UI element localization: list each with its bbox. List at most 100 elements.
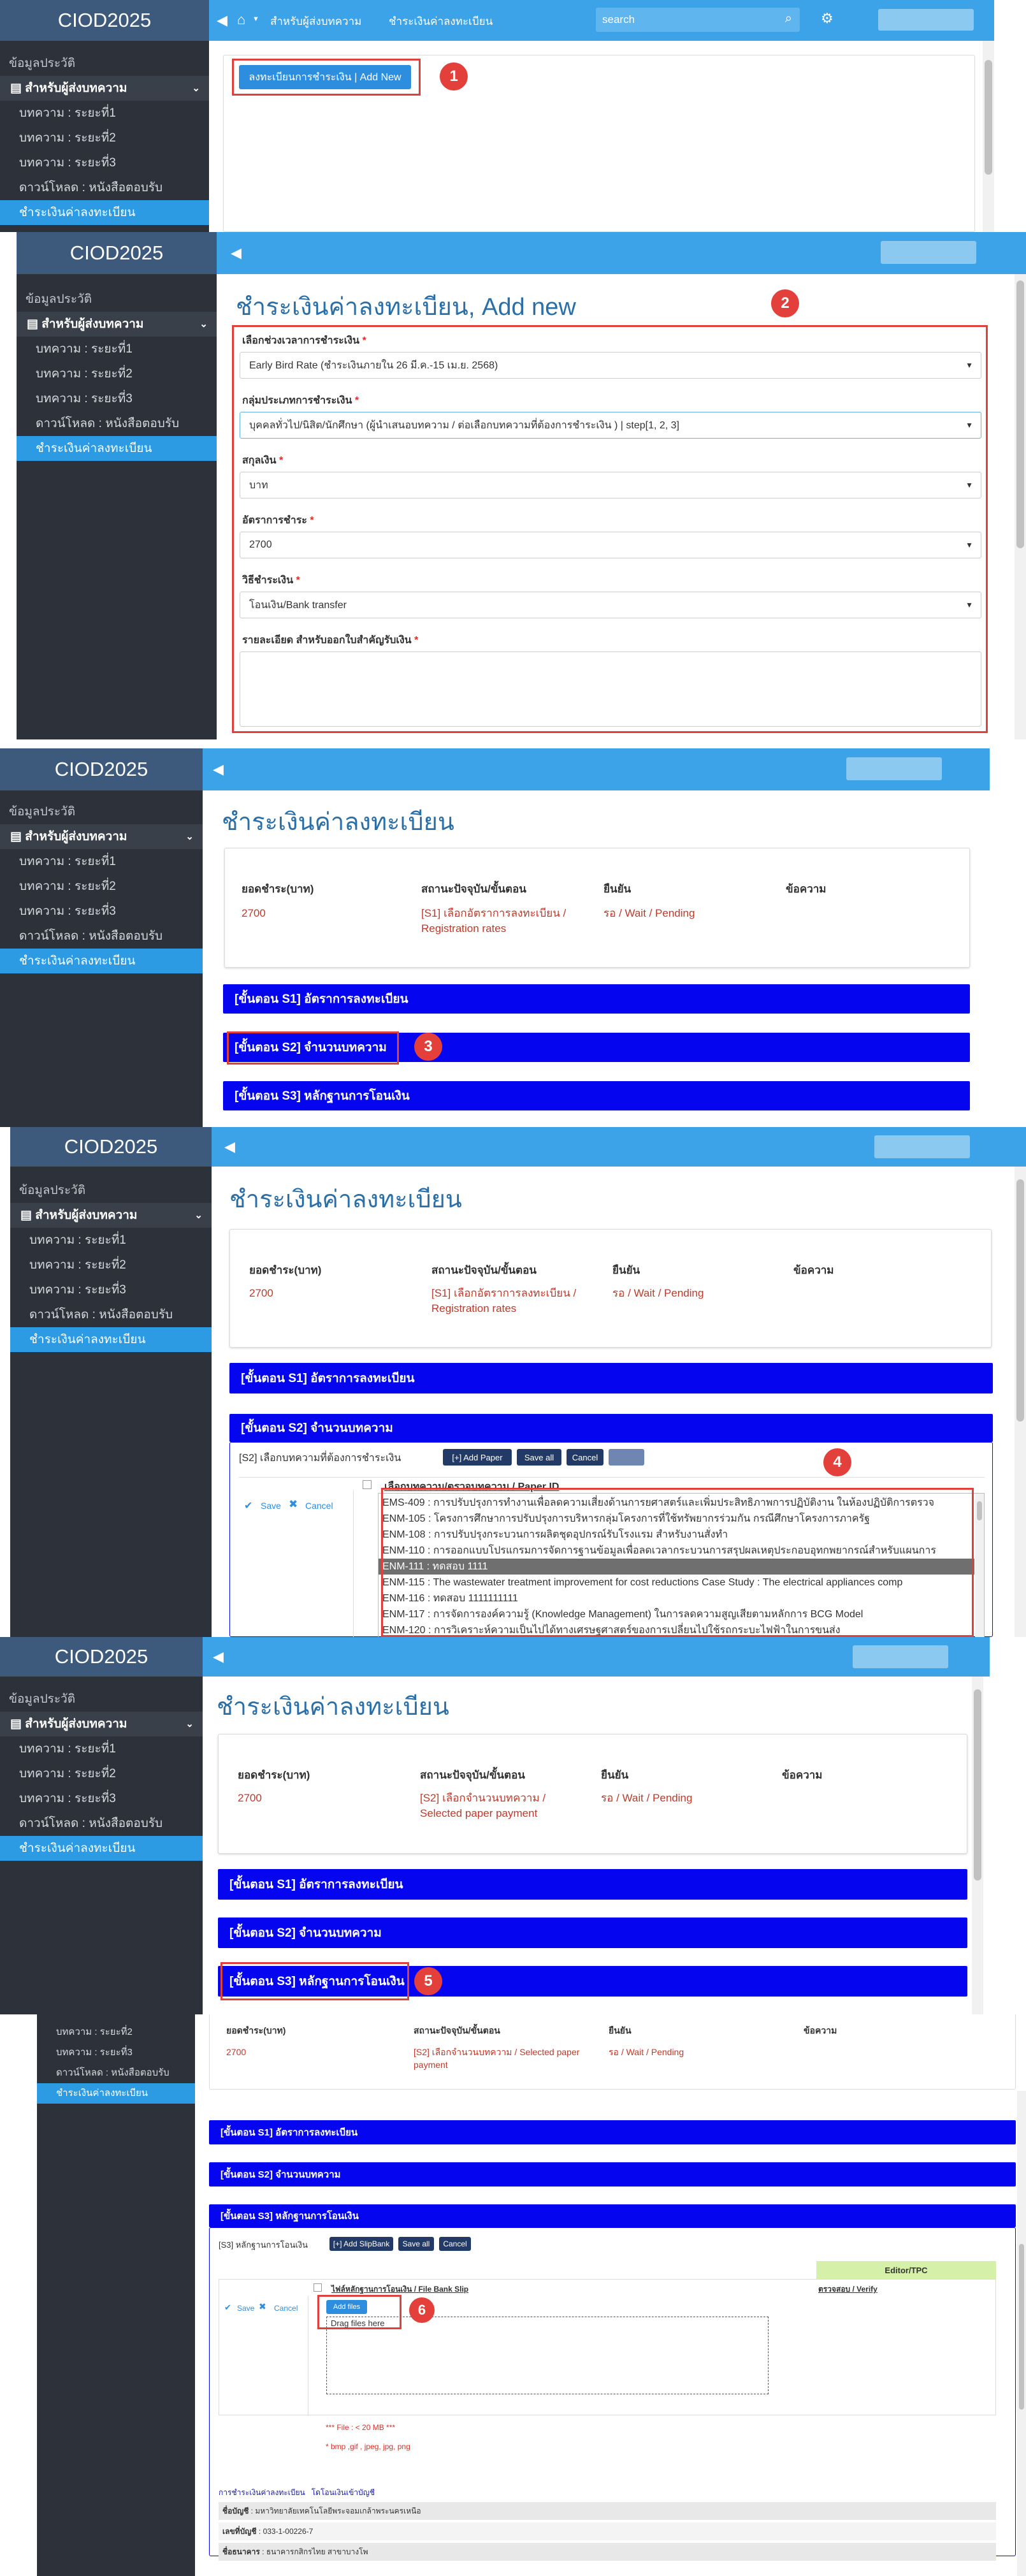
gear-icon[interactable]: ⚙ [821,10,834,27]
collapse-icon[interactable]: ◀ [217,12,228,29]
amount-value: 2700 [238,1792,262,1804]
sidebar-item-download[interactable]: ดาวน์โหลด : หนังสือตอบรับ [0,924,203,949]
save-all-button[interactable]: Save all [517,1449,561,1466]
status-value: [S2] เลือกจำนวนบทความ / Selected paper p… [414,2047,580,2070]
collapse-icon[interactable]: ◀ [231,245,242,261]
scrollbar[interactable] [1015,274,1026,739]
scrollbar[interactable] [1017,2091,1026,2576]
sidebar-item-round1[interactable]: บทความ : ระยะที่1 [0,849,203,874]
sidebar-item-round1[interactable]: บทความ : ระยะที่1 [17,337,217,361]
brand[interactable]: CIOD2025 [10,1127,212,1167]
sidebar-item-round2[interactable]: บทความ : ระยะที่2 [10,1253,212,1277]
sidebar-item-payment[interactable]: ชำระเงินค่าลงทะเบียน [17,436,217,461]
sidebar-item-download[interactable]: ดาวน์โหลด : หนังสือตอบรับ [17,411,217,436]
sidebar-item-download[interactable]: ดาวน์โหลด : หนังสือตอบรับ [0,1811,203,1836]
amount-header: ยอดชำระ(บาท) [238,1769,310,1781]
select-all-checkbox[interactable] [314,2283,322,2292]
sidebar-item-round2[interactable]: บทความ : ระยะที่2 [0,1761,203,1786]
sidebar-item-payment[interactable]: ชำระเงินค่าลงทะเบียน [0,1836,203,1861]
sidebar-item-round3[interactable]: บทความ : ระยะที่3 [17,386,217,411]
user-menu[interactable] [881,241,976,264]
collapse-icon[interactable]: ◀ [213,761,224,778]
user-menu[interactable] [846,757,942,780]
sidebar-item-payment[interactable]: ชำระเงินค่าลงทะเบียน [10,1327,212,1352]
sidebar-item-profile[interactable]: ข้อมูลประวัติ [17,287,217,312]
step-s2-bar[interactable]: [ขั้นตอน S2] จำนวนบทความ [218,1917,967,1948]
sidebar-item-profile[interactable]: ข้อมูลประวัติ [0,1687,203,1712]
cancel-link[interactable]: Cancel [274,2304,298,2313]
sidebar-group-author[interactable]: ▤ สำหรับผู้ส่งบทความ ⌄ [0,824,203,849]
sidebar-item-round2[interactable]: บทความ : ระยะที่2 [0,126,209,150]
search-input[interactable]: search ⌕ [596,8,800,32]
collapse-icon[interactable]: ◀ [213,1648,224,1665]
sidebar-item-round1[interactable]: บทความ : ระยะที่1 [0,101,209,126]
sidebar-item-payment[interactable]: ชำระเงินค่าลงทะเบียน [0,949,203,973]
sidebar-group-author[interactable]: ▤ สำหรับผู้ส่งบทความ ⌄ [17,312,217,337]
sidebar-item-round3[interactable]: บทความ : ระยะที่3 [37,2042,195,2063]
sidebar-item-round3[interactable]: บทความ : ระยะที่3 [0,150,209,175]
scrollbar[interactable] [983,41,994,232]
sidebar-item-download[interactable]: ดาวน์โหลด : หนังสือตอบรับ [0,175,209,200]
bank-info-link-2[interactable]: โดโอนเงินเข้าบัญชี [312,2488,375,2497]
breadcrumb-page[interactable]: ชำระเงินค่าลงทะเบียน [389,13,493,30]
sidebar-item-round2[interactable]: บทความ : ระยะที่2 [17,361,217,386]
cancel-button[interactable]: Cancel [567,1449,603,1466]
sidebar-item-payment[interactable]: ชำระเงินค่าลงทะเบียน [0,200,209,225]
sidebar-item-profile[interactable]: ข้อมูลประวัติ [0,799,203,824]
close-icon[interactable]: ✖ [289,1498,298,1511]
sidebar-group-author[interactable]: ▤ สำหรับผู้ส่งบทความ ⌄ [0,76,209,101]
step-s1-bar[interactable]: [ขั้นตอน S1] อัตราการลงทะเบียน [223,984,970,1014]
sidebar-item-profile[interactable]: ข้อมูลประวัติ [10,1178,212,1203]
brand[interactable]: CIOD2025 [17,232,217,274]
sidebar-item-round3[interactable]: บทความ : ระยะที่3 [10,1277,212,1302]
save-link[interactable]: Save [237,2304,254,2313]
bank-info-link-1[interactable]: การชำระเงินค่าลงทะเบียน [219,2488,305,2497]
sidebar-item-download[interactable]: ดาวน์โหลด : หนังสือตอบรับ [37,2063,195,2083]
add-slip-button[interactable]: [+] Add SlipBank [329,2237,393,2251]
file-column-header[interactable]: ไฟล์หลักฐานการโอนเงิน / File Bank Slip [331,2283,468,2296]
user-menu[interactable] [853,1645,948,1668]
search-icon[interactable]: ⌕ [785,11,792,26]
step-s2-bar[interactable]: [ขั้นตอน S2] จำนวนบทความ [229,1414,993,1442]
step-s1-bar[interactable]: [ขั้นตอน S1] อัตราการลงทะเบียน [218,1869,967,1900]
step-s1-bar[interactable]: [ขั้นตอน S1] อัตราการลงทะเบียน [209,2120,1016,2144]
select-all-checkbox[interactable] [363,1480,372,1489]
sidebar-item-round1[interactable]: บทความ : ระยะที่1 [37,2014,195,2022]
scrollbar[interactable] [1015,1167,1026,1637]
close-icon[interactable]: ✖ [259,2301,266,2312]
user-menu[interactable] [874,1135,970,1158]
cancel-button[interactable]: Cancel [439,2237,471,2251]
save-all-button[interactable]: Save all [398,2237,434,2251]
step-s2-bar[interactable]: [ขั้นตอน S2] จำนวนบทความ [209,2162,1016,2187]
brand[interactable]: CIOD2025 [0,0,209,41]
home-icon[interactable]: ⌂ [237,11,245,28]
breadcrumb-group[interactable]: สำหรับผู้ส่งบทความ [270,13,361,30]
step-s3-bar[interactable]: [ขั้นตอน S3] หลักฐานการโอนเงิน [209,2204,1016,2227]
add-paper-button[interactable]: [+] Add Paper [443,1449,512,1466]
list-scrollbar[interactable] [975,1494,984,1637]
cancel-link[interactable]: Cancel [305,1501,333,1511]
user-menu[interactable] [878,9,974,31]
blank-button[interactable] [609,1449,644,1466]
step-s3-bar[interactable]: [ขั้นตอน S3] หลักฐานการโอนเงิน [223,1081,970,1110]
verify-column-header[interactable]: ตรวจสอบ / Verify [818,2283,878,2296]
sidebar-item-round3[interactable]: บทความ : ระยะที่3 [0,1786,203,1811]
scrollbar[interactable] [972,1677,983,2014]
brand[interactable]: CIOD2025 [0,1637,203,1677]
sidebar-item-payment[interactable]: ชำระเงินค่าลงทะเบียน [37,2083,195,2104]
sidebar-item-round2[interactable]: บทความ : ระยะที่2 [37,2022,195,2042]
check-icon[interactable]: ✔ [244,1499,252,1512]
collapse-icon[interactable]: ◀ [224,1139,235,1155]
sidebar-item-round3[interactable]: บทความ : ระยะที่3 [0,899,203,924]
step-s1-bar[interactable]: [ขั้นตอน S1] อัตราการลงทะเบียน [229,1363,993,1394]
sidebar-item-download[interactable]: ดาวน์โหลด : หนังสือตอบรับ [10,1302,212,1327]
sidebar-item-round1[interactable]: บทความ : ระยะที่1 [10,1228,212,1253]
check-icon[interactable]: ✔ [224,2303,231,2313]
save-link[interactable]: Save [261,1501,281,1511]
sidebar-group-author[interactable]: ▤ สำหรับผู้ส่งบทความ ⌄ [0,1712,203,1736]
sidebar-item-round1[interactable]: บทความ : ระยะที่1 [0,1736,203,1761]
brand[interactable]: CIOD2025 [0,748,203,790]
sidebar-group-author[interactable]: ▤ สำหรับผู้ส่งบทความ ⌄ [10,1203,212,1228]
sidebar-item-round2[interactable]: บทความ : ระยะที่2 [0,874,203,899]
sidebar-item-profile[interactable]: ข้อมูลประวัติ [0,51,209,76]
